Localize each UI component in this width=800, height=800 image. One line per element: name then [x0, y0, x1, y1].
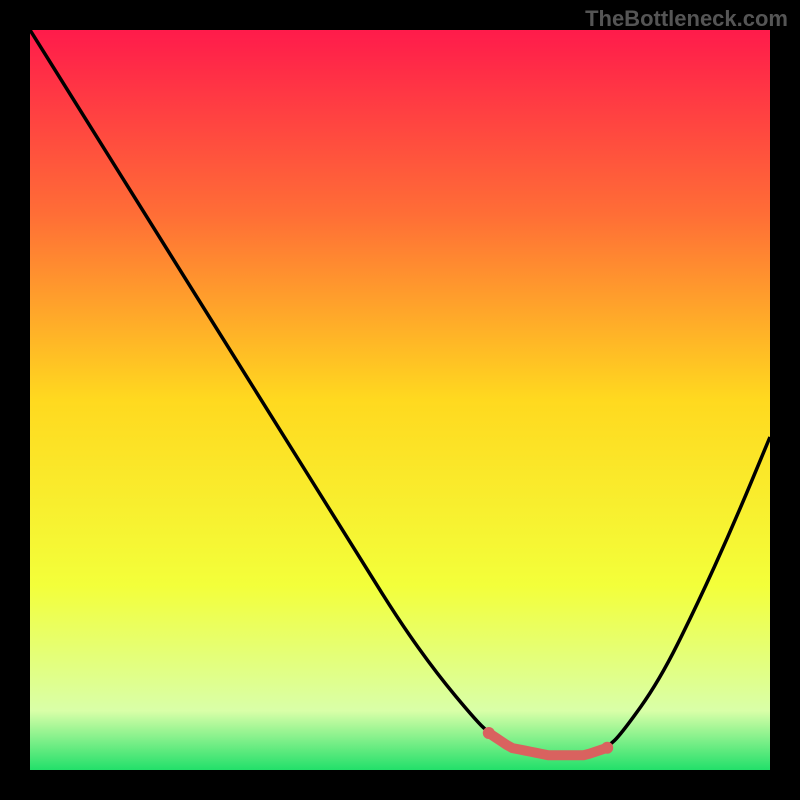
- gradient-background: [30, 30, 770, 770]
- chart-container: [30, 30, 770, 770]
- optimal-start-dot: [483, 727, 495, 739]
- bottleneck-chart: [30, 30, 770, 770]
- optimal-end-dot: [601, 742, 613, 754]
- watermark-text: TheBottleneck.com: [585, 6, 788, 32]
